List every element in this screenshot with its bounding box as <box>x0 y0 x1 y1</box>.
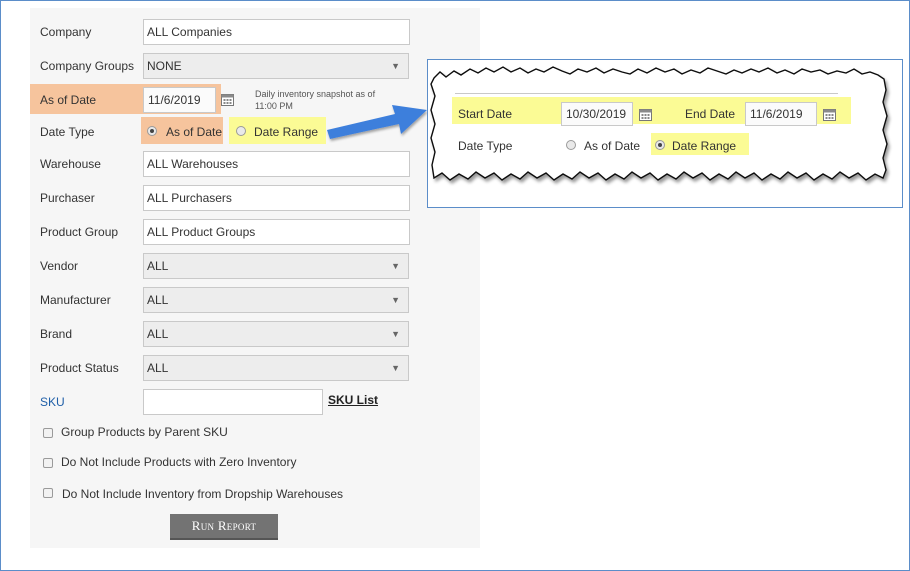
run-report-button[interactable]: Run Report <box>170 514 278 540</box>
end-date-input[interactable]: 11/6/2019 <box>745 102 817 126</box>
manufacturer-value: ALL <box>147 293 169 307</box>
warehouse-input[interactable]: ALL Warehouses <box>143 151 410 177</box>
chevron-down-icon: ▼ <box>391 61 400 71</box>
calendar-icon[interactable] <box>221 93 234 106</box>
company-input[interactable]: ALL Companies <box>143 19 410 45</box>
end-date-label: End Date <box>685 107 736 121</box>
product-status-value: ALL <box>147 361 169 375</box>
company-groups-label: Company Groups <box>40 59 135 73</box>
product-group-input[interactable]: ALL Product Groups <box>143 219 410 245</box>
sku-list-link[interactable]: SKU List <box>328 393 378 407</box>
brand-value: ALL <box>147 327 169 341</box>
chevron-down-icon: ▼ <box>391 363 400 373</box>
date-range-option-label: Date Range <box>254 125 319 139</box>
callout-divider <box>455 93 838 94</box>
inset-date-range-label: Date Range <box>672 139 737 153</box>
company-label: Company <box>40 25 92 39</box>
start-date-label: Start Date <box>458 107 513 121</box>
calendar-icon[interactable] <box>639 108 652 121</box>
product-status-select[interactable]: ALL ▼ <box>143 355 409 381</box>
product-group-label: Product Group <box>40 225 119 239</box>
chevron-down-icon: ▼ <box>391 261 400 271</box>
exclude-zero-inventory-label: Do Not Include Products with Zero Invent… <box>61 455 297 469</box>
chevron-down-icon: ▼ <box>391 295 400 305</box>
sku-input[interactable] <box>143 389 323 415</box>
company-groups-value: NONE <box>147 59 182 73</box>
inset-as-of-date-radio[interactable] <box>566 140 576 150</box>
purchaser-label: Purchaser <box>40 191 95 205</box>
chevron-down-icon: ▼ <box>391 329 400 339</box>
manufacturer-label: Manufacturer <box>40 293 111 307</box>
as-of-date-option-label: As of Date <box>166 125 223 139</box>
exclude-zero-inventory-checkbox[interactable] <box>43 458 53 468</box>
as-of-date-input[interactable]: 11/6/2019 <box>143 87 216 113</box>
exclude-dropship-checkbox[interactable] <box>43 488 53 498</box>
arrow-right-icon <box>327 105 427 139</box>
company-groups-select[interactable]: NONE ▼ <box>143 53 409 79</box>
purchaser-input[interactable]: ALL Purchasers <box>143 185 410 211</box>
sku-label[interactable]: SKU <box>40 395 65 409</box>
vendor-label: Vendor <box>40 259 79 273</box>
as-of-date-radio[interactable] <box>147 126 157 136</box>
warehouse-label: Warehouse <box>40 157 101 171</box>
brand-select[interactable]: ALL ▼ <box>143 321 409 347</box>
calendar-icon[interactable] <box>823 108 836 121</box>
as-of-date-label: As of Date <box>40 93 97 107</box>
inset-date-range-radio[interactable] <box>655 140 665 150</box>
group-by-parent-sku-checkbox[interactable] <box>43 428 53 438</box>
date-range-callout: Start Date 10/30/2019 End Date 11/6/2019… <box>427 59 903 208</box>
group-by-parent-sku-label: Group Products by Parent SKU <box>61 425 228 439</box>
brand-label: Brand <box>40 327 73 341</box>
date-type-label: Date Type <box>40 125 95 139</box>
exclude-dropship-label: Do Not Include Inventory from Dropship W… <box>62 487 344 501</box>
date-range-radio[interactable] <box>236 126 246 136</box>
vendor-value: ALL <box>147 259 169 273</box>
vendor-select[interactable]: ALL ▼ <box>143 253 409 279</box>
start-date-input[interactable]: 10/30/2019 <box>561 102 633 126</box>
product-status-label: Product Status <box>40 361 119 375</box>
inset-date-type-label: Date Type <box>458 139 513 153</box>
inset-as-of-date-label: As of Date <box>584 139 641 153</box>
manufacturer-select[interactable]: ALL ▼ <box>143 287 409 313</box>
